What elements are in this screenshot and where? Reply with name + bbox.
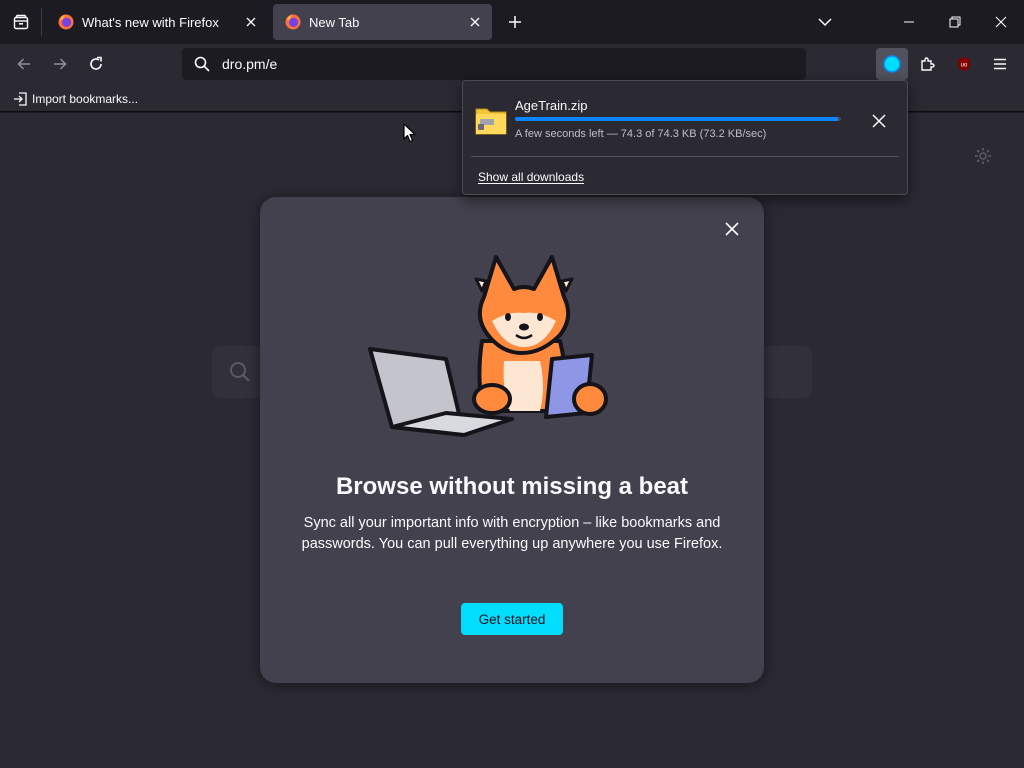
gear-icon [975,148,991,164]
download-status-text: A few seconds left — 74.3 of 74.3 KB (73… [515,128,767,140]
get-started-button[interactable]: Get started [461,603,563,635]
forward-button[interactable] [44,48,76,80]
import-icon [14,92,27,106]
ublock-origin-icon: uo [958,57,970,71]
tab-whats-new[interactable]: What's new with Firefox [46,4,268,40]
import-bookmarks-label: Import bookmarks... [32,92,139,106]
puzzle-piece-icon [921,57,935,71]
download-progress-icon [883,55,901,73]
customize-new-tab-button[interactable] [972,145,994,167]
arrow-left-icon [17,58,30,70]
arrow-right-icon [54,58,67,70]
minimize-button[interactable] [886,0,932,44]
download-file-name: AgeTrain.zip [515,98,588,113]
new-tab-button[interactable] [502,9,528,35]
mouse-pointer-icon [403,123,416,143]
downloads-panel: AgeTrain.zip A few seconds left — 74.3 o… [462,80,908,195]
navigation-toolbar: uo [0,44,1024,84]
tab-title: New Tab [309,14,360,30]
firefox-view-button[interactable] [0,0,42,44]
dialog-close-button[interactable] [720,217,744,241]
close-icon [246,17,256,27]
tab-title: What's new with Firefox [82,14,219,30]
tab-strip: What's new with Firefox New Tab [0,0,1024,44]
ublock-origin-button[interactable]: uo [948,48,980,80]
downloads-button[interactable] [876,48,908,80]
reload-icon [90,56,102,70]
close-icon [725,222,739,236]
sync-onboarding-dialog: Browse without missing a beat Sync all y… [260,197,764,683]
search-icon [182,48,222,80]
url-input[interactable] [222,56,782,72]
close-window-button[interactable] [978,0,1024,44]
firefox-logo-icon [285,14,301,30]
zip-file-icon [475,108,507,135]
firefox-view-icon [13,14,29,30]
close-tab-button[interactable] [242,13,260,31]
list-all-tabs-button[interactable] [812,9,838,35]
extensions-button[interactable] [912,48,944,80]
dialog-body-text: Sync all your important info with encryp… [301,515,723,552]
minimize-icon [904,21,914,23]
restore-icon [949,16,961,28]
restore-button[interactable] [932,0,978,44]
import-bookmarks-button[interactable]: Import bookmarks... [8,88,143,110]
app-menu-button[interactable] [984,48,1016,80]
search-icon [230,362,250,382]
reload-button[interactable] [80,48,112,80]
show-all-downloads-button[interactable]: Show all downloads [471,165,591,189]
svg-text:uo: uo [961,63,968,69]
cancel-download-button[interactable] [867,109,891,133]
close-icon [872,114,886,128]
firefox-logo-icon [58,14,74,30]
dialog-title: Browse without missing a beat [335,473,689,500]
download-progress-fill [515,117,838,121]
close-tab-button[interactable] [466,13,484,31]
address-bar[interactable] [182,48,806,80]
chevron-down-icon [818,18,832,27]
hamburger-menu-icon [994,58,1006,70]
close-icon [995,16,1007,28]
panel-divider [471,156,899,157]
download-progress-bar [515,117,841,121]
back-button[interactable] [8,48,40,80]
plus-icon [509,16,521,28]
fox-with-laptop-illustration [368,255,608,437]
download-item[interactable]: AgeTrain.zip A few seconds left — 74.3 o… [463,81,907,155]
tab-new-tab[interactable]: New Tab [273,4,492,40]
close-icon [470,17,480,27]
